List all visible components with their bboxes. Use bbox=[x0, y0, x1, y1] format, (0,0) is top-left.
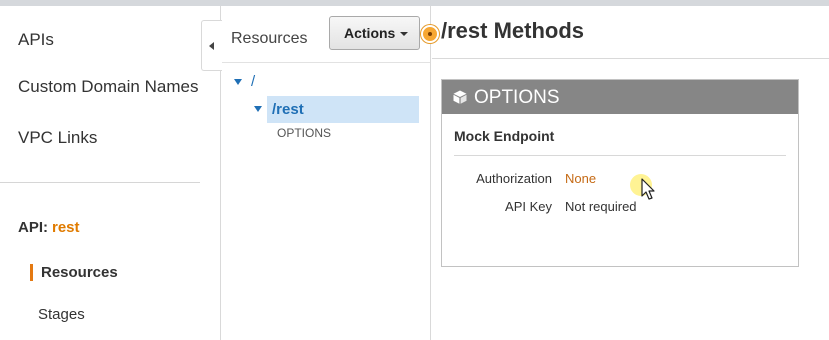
tree-root-resource[interactable]: / bbox=[251, 73, 255, 90]
nav-stages-link[interactable]: Stages bbox=[38, 306, 85, 323]
caret-down-icon bbox=[400, 32, 408, 36]
method-card-header[interactable]: OPTIONS bbox=[442, 80, 798, 114]
status-indicator-dot bbox=[421, 25, 439, 43]
actions-button-label: Actions bbox=[344, 25, 396, 41]
nav-vpc-links-link[interactable]: VPC Links bbox=[18, 128, 97, 148]
actions-button[interactable]: Actions bbox=[329, 16, 420, 50]
authorization-value[interactable]: None bbox=[565, 171, 596, 186]
page-title: /rest Methods bbox=[441, 18, 585, 43]
collapse-sidebar-button[interactable] bbox=[201, 20, 222, 71]
api-prefix-label: API: bbox=[18, 219, 48, 236]
tree-expand-icon[interactable] bbox=[234, 79, 242, 85]
resources-separator bbox=[222, 62, 430, 63]
resources-panel-title: Resources bbox=[231, 30, 308, 47]
nav-custom-domain-names-link[interactable]: Custom Domain Names bbox=[18, 77, 198, 97]
cube-icon bbox=[453, 90, 467, 104]
tree-expand-icon[interactable] bbox=[254, 106, 262, 112]
api-key-value: Not required bbox=[565, 199, 637, 214]
integration-type: Mock Endpoint bbox=[454, 128, 555, 144]
card-divider bbox=[454, 155, 786, 156]
left-navigation: APIs Custom Domain Names VPC Links API: r… bbox=[0, 6, 221, 340]
collapse-arrow-icon bbox=[209, 42, 214, 50]
api-heading: API: rest bbox=[18, 219, 80, 236]
tree-rest-resource[interactable]: /rest bbox=[272, 101, 304, 118]
api-name[interactable]: rest bbox=[52, 219, 80, 236]
mouse-cursor-icon bbox=[641, 178, 655, 200]
nav-apis-link[interactable]: APIs bbox=[18, 30, 54, 50]
nav-resources-link[interactable]: Resources bbox=[41, 264, 118, 281]
api-key-label: API Key bbox=[505, 199, 552, 214]
authorization-label: Authorization bbox=[476, 171, 552, 186]
tree-options-method[interactable]: OPTIONS bbox=[277, 126, 331, 140]
method-card[interactable]: OPTIONS Mock Endpoint Authorization None… bbox=[441, 79, 799, 267]
method-card-title: OPTIONS bbox=[474, 87, 560, 108]
resources-panel: Resources Actions / /rest OPTIONS bbox=[222, 6, 431, 340]
nav-divider bbox=[0, 182, 200, 183]
methods-separator bbox=[432, 58, 829, 59]
active-indicator bbox=[30, 264, 33, 281]
